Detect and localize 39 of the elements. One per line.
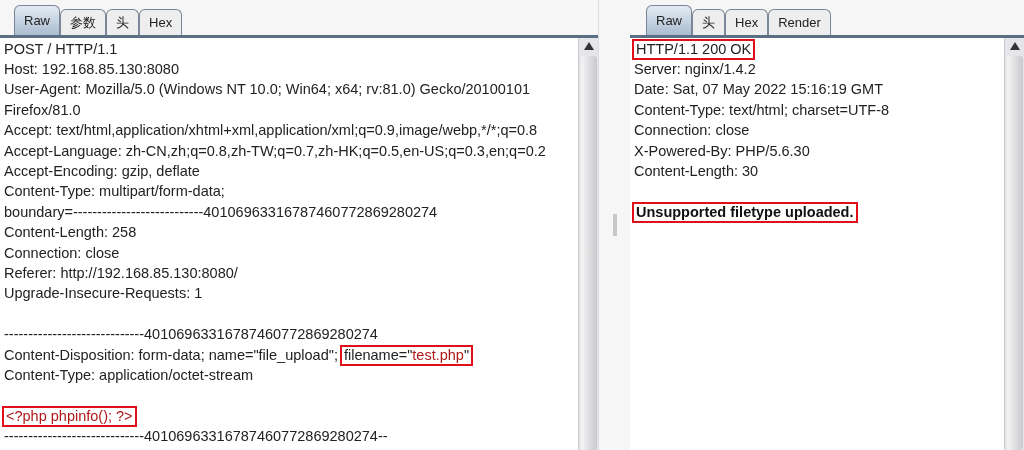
scroll-up-icon[interactable]	[1009, 42, 1020, 50]
highlighted-text: Unsupported filetype uploaded.	[632, 201, 858, 223]
tab[interactable]: Raw	[646, 5, 692, 35]
text-line: Firefox/81.0	[4, 101, 81, 119]
text-line: Content-Length: 30	[634, 163, 759, 181]
scroll-up-icon[interactable]	[583, 42, 594, 50]
highlighted-text: HTTP/1.1 200 OK	[632, 38, 756, 60]
text-line: Referer: http://192.168.85.130:8080/	[4, 265, 238, 282]
text-line: Host: 192.168.85.130:8080	[4, 61, 179, 79]
text-line: Connection: close	[4, 244, 120, 262]
text-line: -----------------------------40106963316787460772869280274	[4, 326, 378, 344]
text-line: User-Agent: Mozilla/5.0 (Windows NT 10.0; Win64; x64; rv:81.0) Gecko/20100101	[4, 81, 530, 99]
highlighted-text: filename="test.php"	[339, 344, 474, 366]
scrollbar[interactable]	[578, 38, 598, 450]
text-line: Content-Disposition: form-data; name="file_upload";	[4, 346, 338, 364]
scrollbar[interactable]	[1004, 38, 1024, 450]
text-line: Accept: text/html,application/xhtml+xml,application/xml;q=0.9,image/webp,*/*;q=0.8	[4, 122, 538, 140]
tab[interactable]: 头	[106, 9, 139, 35]
text-line: Accept-Encoding: gzip, deflate	[4, 163, 200, 181]
text-line: Accept-Language: zh-CN,zh;q=0.8,zh-TW;q=0.7,zh-HK;q=0.5,en-US;q=0.3,en;q=0.2	[4, 142, 546, 160]
text-line: boundary=---------------------------40106963316787460772869280274	[4, 203, 438, 221]
highlighted-text: <?php phpinfo(); ?>	[2, 405, 137, 427]
text-line: X-Powered-By: PHP/5.6.30	[634, 142, 810, 160]
text-line: Server: nginx/1.4.2	[634, 61, 756, 79]
tab[interactable]: 参数	[60, 9, 106, 35]
text-line: -----------------------------40106963316787460772869280274--	[4, 428, 388, 446]
tab[interactable]: Render	[768, 9, 831, 35]
tab[interactable]: Hex	[139, 9, 183, 35]
text-line: Date: Sat, 07 May 2022 15:16:19 GMT	[634, 81, 884, 99]
text-line: POST / HTTP/1.1	[4, 40, 118, 58]
text-line: Content-Type: application/octet-stream	[4, 366, 254, 384]
tab[interactable]: Hex	[725, 9, 769, 35]
tab[interactable]: Raw	[14, 5, 60, 35]
text-line: Content-Type: multipart/form-data;	[4, 183, 225, 201]
text-line: Content-Length: 258	[4, 224, 137, 242]
tab[interactable]: 头	[692, 9, 725, 35]
text-line: Content-Type: text/html; charset=UTF-8	[634, 101, 890, 119]
text-line: Upgrade-Insecure-Requests: 1	[4, 285, 203, 303]
text-line: Connection: close	[634, 122, 750, 140]
